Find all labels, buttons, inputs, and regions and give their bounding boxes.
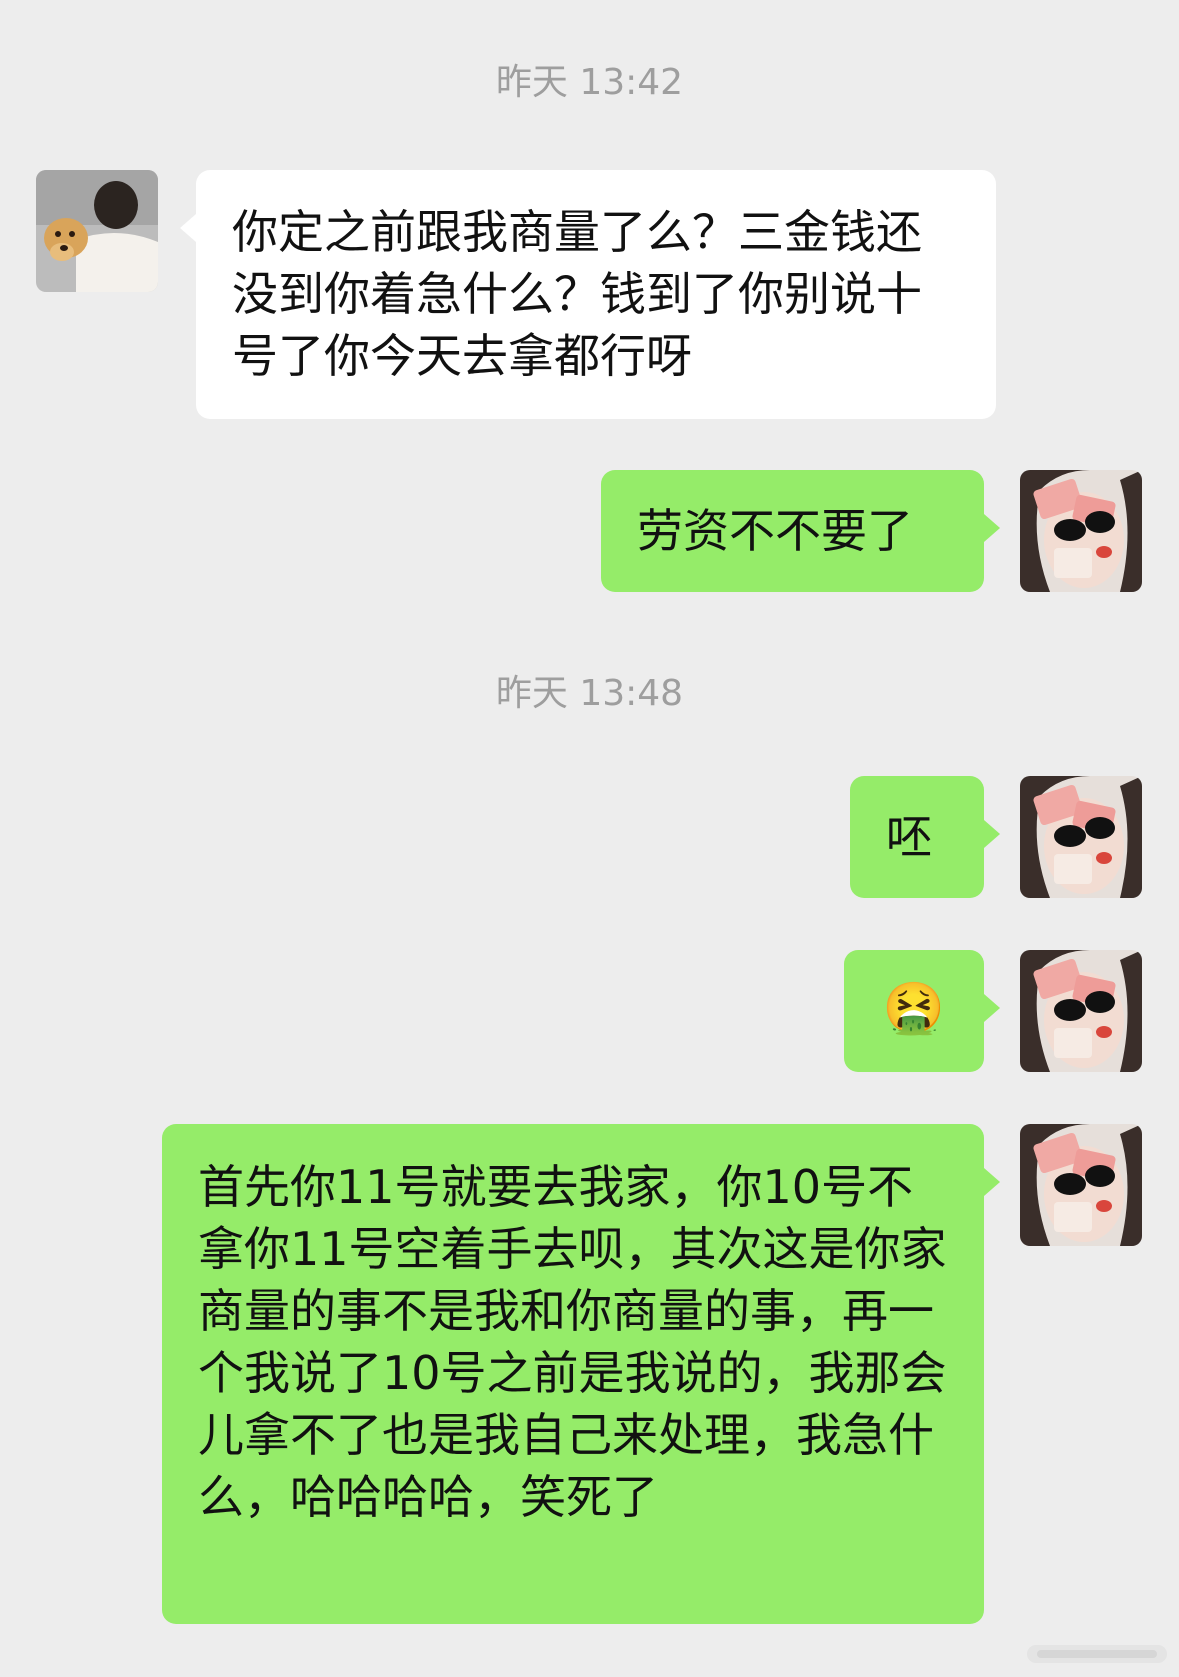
user-avatar-image [1020, 950, 1142, 1072]
watermark-icon [1027, 1645, 1167, 1663]
chat-timestamp: 昨天 13:42 [495, 62, 684, 103]
user-avatar[interactable] [1020, 470, 1142, 592]
outgoing-message-bubble[interactable]: 劳资不不要了 [601, 470, 1000, 592]
user-avatar-image [1020, 470, 1142, 592]
vomiting-face-emoji-icon: 🤮 [882, 979, 946, 1037]
incoming-message-bubble[interactable]: 你定之前跟我商量了么？三金钱还没到你着急什么？钱到了你别说十号了你今天去拿都行呀 [180, 170, 996, 419]
user-avatar[interactable] [1020, 950, 1142, 1072]
outgoing-message-bubble[interactable]: 🤮 [844, 950, 1000, 1072]
chat-timestamp: 昨天 13:48 [495, 673, 684, 714]
user-avatar-image [1020, 776, 1142, 898]
message-text: 劳资不不要了 [637, 504, 913, 558]
contact-avatar-image [36, 170, 158, 292]
outgoing-message-bubble[interactable]: 呸 [850, 776, 1000, 898]
user-avatar[interactable] [1020, 776, 1142, 898]
message-text: 呸 [886, 810, 932, 864]
user-avatar[interactable] [1020, 1124, 1142, 1246]
user-avatar-image [1020, 1124, 1142, 1246]
message-text: 首先你11号就要去我家，你10号不拿你11号空着手去呗，其次这是你家商量的事不是… [198, 1160, 947, 1524]
outgoing-message-bubble[interactable]: 首先你11号就要去我家，你10号不拿你11号空着手去呗，其次这是你家商量的事不是… [162, 1124, 1000, 1624]
contact-avatar[interactable] [36, 170, 158, 292]
message-text: 你定之前跟我商量了么？三金钱还没到你着急什么？钱到了你别说十号了你今天去拿都行呀 [232, 205, 922, 383]
